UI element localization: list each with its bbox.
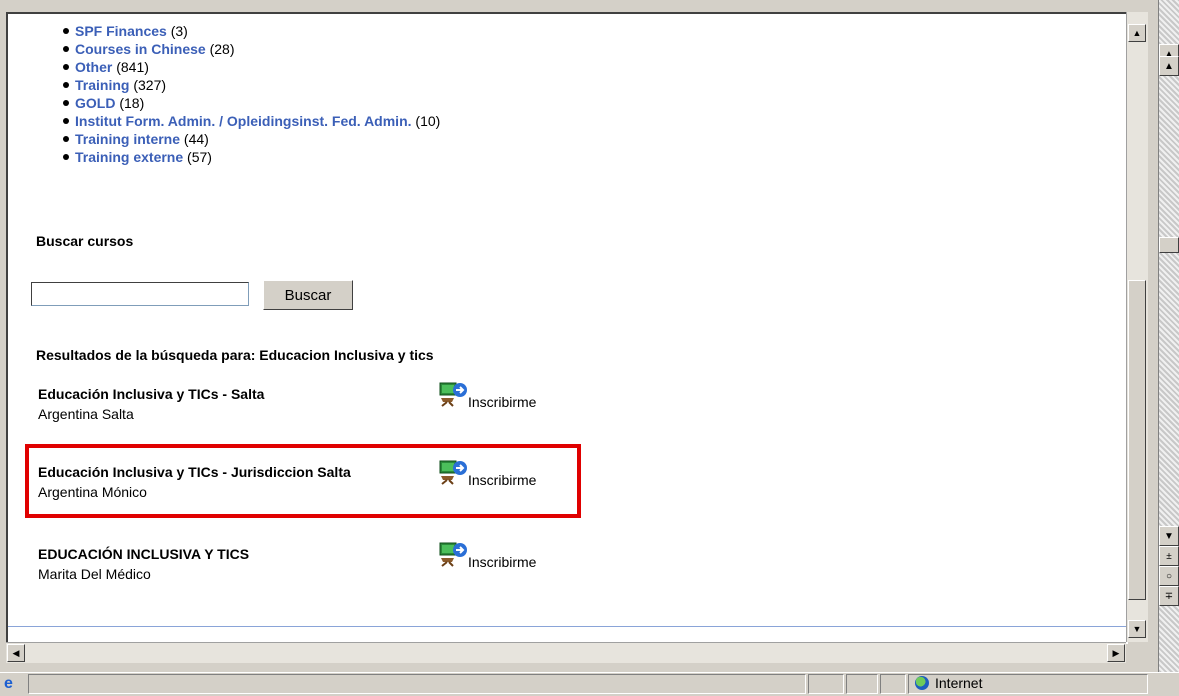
- enroll-icon: [439, 382, 467, 407]
- category-link[interactable]: Courses in Chinese: [75, 41, 206, 57]
- status-bar: e Internet: [0, 672, 1179, 696]
- category-link[interactable]: Training: [75, 77, 129, 93]
- category-link[interactable]: Institut Form. Admin. / Opleidingsinst. …: [75, 113, 412, 129]
- enroll-label: Inscribirme: [468, 394, 537, 410]
- category-count: (44): [183, 131, 209, 147]
- zone-label: Internet: [935, 675, 983, 691]
- page-viewport: SPF Finances (3) Courses in Chinese (28)…: [6, 12, 1128, 644]
- category-item: Training externe (57): [63, 148, 440, 166]
- category-link[interactable]: SPF Finances: [75, 23, 167, 39]
- outer-next-button[interactable]: ∓: [1159, 586, 1179, 606]
- enroll-icon: [439, 542, 467, 567]
- status-cell: [880, 674, 906, 694]
- category-item: Courses in Chinese (28): [63, 40, 440, 58]
- category-item: GOLD (18): [63, 94, 440, 112]
- category-item: Training (327): [63, 76, 440, 94]
- category-item: Institut Form. Admin. / Opleidingsinst. …: [63, 112, 440, 130]
- category-item: Other (841): [63, 58, 440, 76]
- scroll-up-button[interactable]: ▲: [1128, 24, 1146, 42]
- scroll-thumb[interactable]: [1128, 280, 1146, 600]
- outer-scroll-down-button[interactable]: ▼: [1159, 526, 1179, 546]
- category-link[interactable]: Other: [75, 59, 112, 75]
- status-cell: [808, 674, 844, 694]
- category-item: SPF Finances (3): [63, 22, 440, 40]
- category-item: Training interne (44): [63, 130, 440, 148]
- category-count: (3): [170, 23, 188, 39]
- outer-prev-button[interactable]: ±: [1159, 546, 1179, 566]
- result-item: Educación Inclusiva y TICs - Salta Argen…: [38, 382, 578, 424]
- vertical-scrollbar[interactable]: ▲ ▼: [1126, 12, 1148, 642]
- category-count: (57): [187, 149, 212, 165]
- enroll-label: Inscribirme: [468, 554, 537, 570]
- status-cell: [846, 674, 878, 694]
- horizontal-scrollbar[interactable]: ◀ ▶: [6, 642, 1126, 663]
- outer-select-browse-button[interactable]: ○: [1159, 566, 1179, 586]
- globe-icon: [915, 676, 929, 690]
- enroll-button[interactable]: Inscribirme: [438, 380, 537, 410]
- result-item: EDUCACIÓN INCLUSIVA Y TICS Marita Del Mé…: [38, 542, 578, 584]
- outer-scrollbar[interactable]: ▲ ▲ ▼ ± ○ ∓: [1158, 0, 1179, 672]
- category-count: (18): [119, 95, 145, 111]
- category-link[interactable]: GOLD: [75, 95, 115, 111]
- outer-scroll-thumb[interactable]: [1159, 237, 1179, 253]
- enroll-button[interactable]: Inscribirme: [438, 540, 537, 570]
- outer-scroll-up-button[interactable]: ▲: [1159, 56, 1179, 76]
- browser-window: SPF Finances (3) Courses in Chinese (28)…: [0, 0, 1179, 696]
- category-link[interactable]: Training externe: [75, 149, 183, 165]
- category-link[interactable]: Training interne: [75, 131, 180, 147]
- highlight-box: [25, 444, 581, 518]
- search-button[interactable]: Buscar: [263, 280, 353, 310]
- search-section-title: Buscar cursos: [36, 233, 134, 249]
- scroll-left-button[interactable]: ◀: [7, 644, 25, 662]
- search-input[interactable]: [31, 282, 249, 306]
- zone-indicator: Internet: [915, 675, 982, 691]
- category-count: (841): [116, 59, 149, 75]
- category-count: (327): [133, 77, 167, 93]
- scroll-down-button[interactable]: ▼: [1128, 620, 1146, 638]
- category-count: (10): [415, 113, 441, 129]
- ie-icon: e: [4, 675, 13, 692]
- category-list: SPF Finances (3) Courses in Chinese (28)…: [63, 22, 440, 166]
- status-text-cell: [28, 674, 806, 694]
- category-count: (28): [209, 41, 235, 57]
- results-heading: Resultados de la búsqueda para: Educacio…: [36, 347, 434, 363]
- scroll-right-button[interactable]: ▶: [1107, 644, 1125, 662]
- divider: [8, 626, 1128, 627]
